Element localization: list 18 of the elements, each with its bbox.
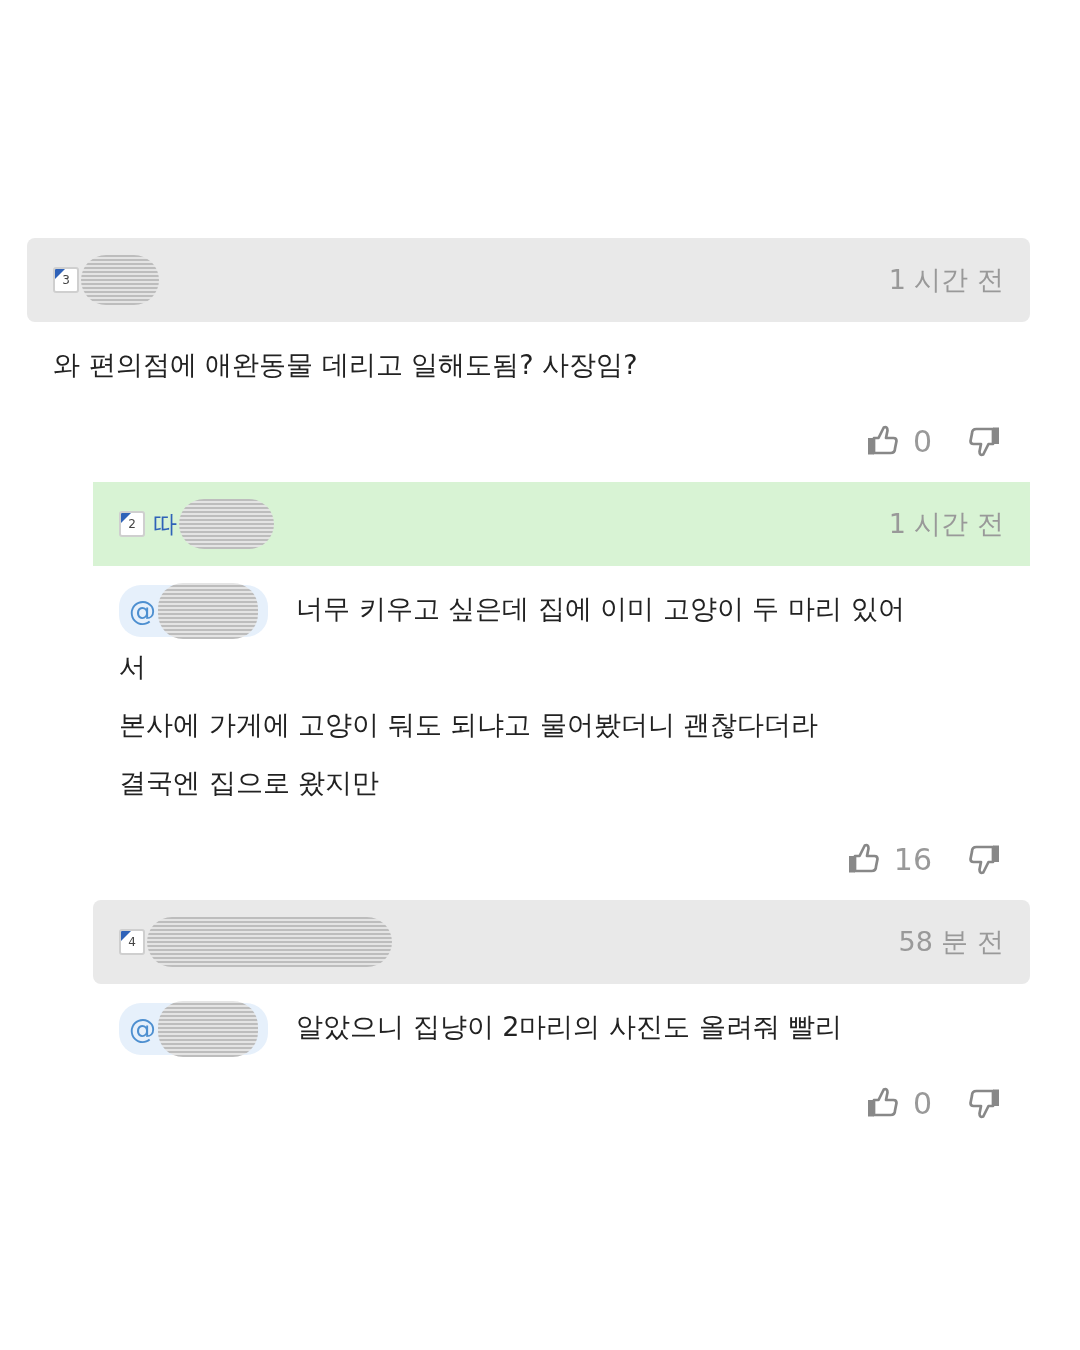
level-badge: 4	[119, 929, 145, 955]
mention-tag[interactable]: @	[119, 584, 268, 637]
level-badge: 3	[53, 267, 79, 293]
comment-text: 본사에 가게에 고양이 둬도 되냐고 물어봤더니 괜찮다더라	[119, 709, 819, 740]
like-count: 0	[912, 1084, 932, 1123]
mention-tag[interactable]: @	[119, 1002, 268, 1055]
comment-text: 알았으니 집냥이 2마리의 사진도 올려줘 빨리	[296, 1011, 843, 1042]
comment-time: 1 시간 전	[888, 506, 1004, 541]
level-badge: 2	[119, 511, 145, 537]
comment-text: 서	[119, 651, 146, 682]
comment-text: 결국엔 집으로 왔지만	[119, 767, 380, 798]
like-count: 16	[893, 840, 932, 879]
comment-time: 1 시간 전	[888, 262, 1004, 297]
username: 따	[153, 509, 177, 540]
like-count: 0	[912, 422, 932, 461]
comment-time: 58 분 전	[898, 924, 1004, 959]
comment-text: 와 편의점에 애완동물 데리고 일해도됨? 사장임?	[53, 349, 638, 380]
comment-text: 너무 키우고 싶은데 집에 이미 고양이 두 마리 있어	[296, 593, 905, 624]
